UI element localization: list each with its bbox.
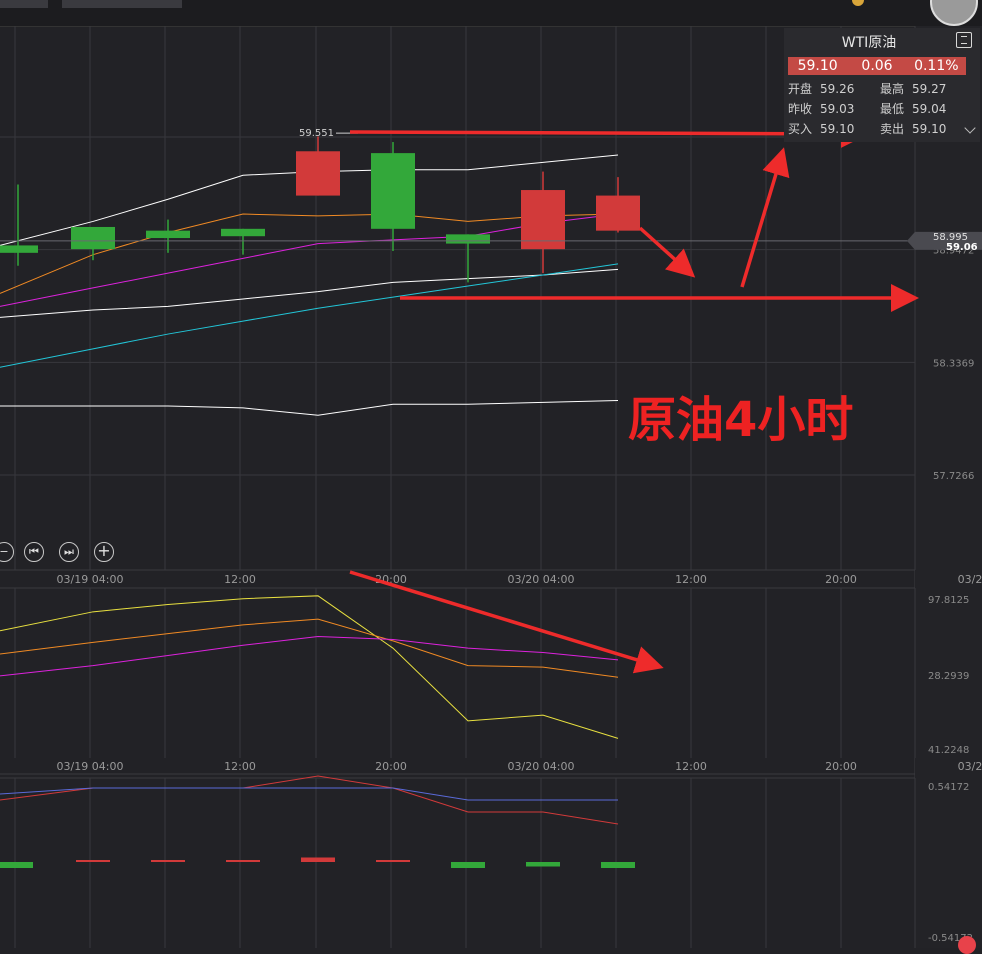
skip-back-button[interactable]: ⏮ [24, 542, 44, 562]
macd-bar [451, 862, 485, 868]
skip-forward-button[interactable]: ⏭ [59, 542, 79, 562]
kline-chart[interactable]: 59.551 59.557358.947258.336957.726658.99… [0, 0, 982, 948]
low-label: 最低 [880, 102, 905, 116]
candle-body [71, 226, 115, 250]
x-tick-label: 20:00 [375, 760, 407, 773]
chart-axes: 59.557358.947258.336957.726658.99559.060… [57, 133, 982, 944]
x-tick-label: 20:00 [825, 573, 857, 586]
macd-bar [0, 862, 33, 868]
open-stat: 开盘 59.26 [788, 80, 854, 97]
low-value: 59.04 [912, 102, 947, 116]
candle-body [596, 195, 640, 231]
x-tick-label: 03/19 04:00 [57, 760, 124, 773]
macd-bar [76, 860, 110, 862]
open-label: 开盘 [788, 82, 813, 96]
macd-indicator-pane [0, 775, 635, 868]
high-marker-label: 59.551 [299, 128, 334, 139]
macd-bar [526, 862, 560, 867]
bid-label: 买入 [788, 122, 813, 136]
macd-tick-label: 0.54172 [928, 782, 969, 793]
macd-bar [601, 862, 635, 868]
x-tick-label: 12:00 [675, 760, 707, 773]
high-value: 59.27 [912, 82, 947, 96]
macd-bar [301, 857, 335, 862]
annotation-arrow [740, 147, 790, 288]
x-tick-label: 20:00 [825, 760, 857, 773]
x-tick-label: 03/20 04:00 [508, 760, 575, 773]
ask-value: 59.10 [912, 122, 947, 136]
kdj-tick-label: 97.8125 [928, 595, 969, 606]
candle-body [0, 245, 38, 253]
ask-stat: 卖出 59.10 [880, 120, 946, 137]
instrument-name: WTI原油 [841, 35, 897, 51]
moving-average-line [0, 400, 619, 416]
x-tick-label: 03/19 04:00 [57, 573, 124, 586]
candle-body [446, 234, 490, 244]
panel-menu-icon[interactable] [956, 32, 972, 48]
macd-bar [151, 860, 185, 862]
high-label: 最高 [880, 82, 905, 96]
prev-close-label: 昨收 [788, 102, 813, 116]
low-stat: 最低 59.04 [880, 100, 946, 117]
prev-close-value: 59.03 [820, 102, 855, 116]
last-price: 59.10 [797, 58, 838, 74]
candle-body [521, 190, 565, 250]
kdj-indicator-pane [0, 595, 619, 739]
candle-body [221, 228, 265, 237]
x-tick-label: 03/2 [958, 573, 982, 586]
ask-label: 卖出 [880, 122, 905, 136]
x-tick-label: 12:00 [224, 573, 256, 586]
annotation-arrow [349, 570, 664, 674]
x-tick-label: 12:00 [675, 573, 707, 586]
open-value: 59.26 [820, 82, 855, 96]
annotation-label: 原油4小时 [628, 392, 854, 448]
bid-stat: 买入 59.10 [788, 120, 854, 137]
moving-average-line [0, 263, 619, 368]
y-tick-label: 57.7266 [933, 471, 974, 482]
kdj-tick-label: 28.2939 [928, 671, 969, 682]
kdj-tick-label: 41.2248 [928, 745, 969, 756]
candle-body [371, 153, 415, 229]
chevron-down-icon[interactable] [964, 122, 976, 134]
chart-grid [0, 26, 982, 948]
price-row: 59.10 0.06 0.11% [788, 57, 966, 75]
bid-value: 59.10 [820, 122, 855, 136]
x-tick-label: 03/20 04:00 [508, 573, 575, 586]
x-tick-label: 03/2 [958, 760, 982, 773]
macd-line [0, 787, 618, 801]
zoom-in-button[interactable]: + [94, 542, 114, 562]
macd-bar [376, 860, 410, 862]
price-change: 0.06 [861, 58, 893, 74]
candle-body [296, 151, 340, 196]
candle-body [146, 230, 190, 239]
x-tick-label: 12:00 [224, 760, 256, 773]
last-price-mark: 59.06 [946, 242, 978, 253]
y-tick-label: 58.3369 [933, 358, 974, 369]
quote-panel: WTI原油 59.10 0.06 0.11% 开盘 59.26 最高 59.27 昨… [784, 28, 980, 142]
annotation-arrow [638, 226, 696, 278]
prev-close-stat: 昨收 59.03 [788, 100, 854, 117]
price-change-pct: 0.11% [914, 58, 959, 74]
macd-bar [226, 860, 260, 862]
high-stat: 最高 59.27 [880, 80, 946, 97]
price-axis-bg [915, 26, 982, 948]
kdj-line [0, 618, 619, 678]
logo-icon [958, 936, 976, 954]
